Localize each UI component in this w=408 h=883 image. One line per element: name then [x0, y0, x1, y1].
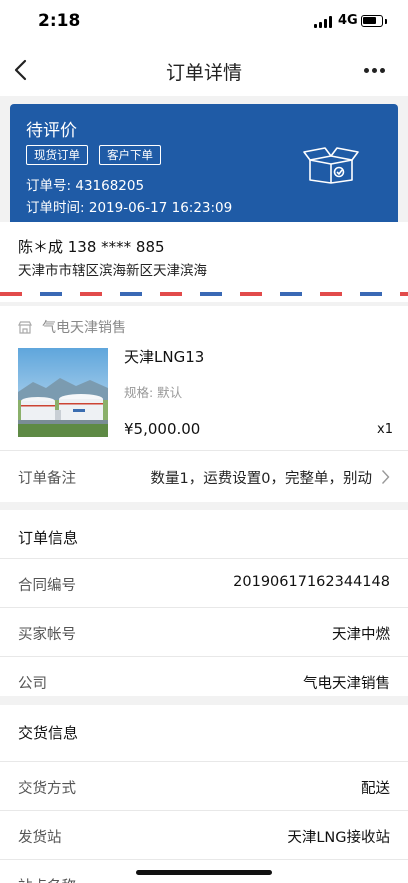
- more-icon[interactable]: [364, 68, 386, 74]
- network-type: 4G: [338, 13, 358, 28]
- address-detail: 天津市市辖区滨海新区天津滨海: [18, 263, 207, 279]
- info-row: 公司 气电天津销售: [0, 656, 408, 705]
- delivery-info-section: 交货信息 交货方式 配送 发货站 天津LNG接收站 站点名称: [0, 705, 408, 883]
- section-title: 订单信息: [18, 529, 79, 547]
- order-tag: 客户下单: [99, 145, 161, 165]
- order-tag: 现货订单: [26, 145, 88, 165]
- info-row: 买家帐号 天津中燃: [0, 607, 408, 656]
- station-name-label: 站点名称: [18, 875, 76, 883]
- info-row: 交货方式 配送: [0, 761, 408, 810]
- delivery-method-label: 交货方式: [18, 781, 76, 797]
- battery-tip: [385, 19, 387, 24]
- order-info-section: 订单信息 合同编号 20190617162344148 买家帐号 天津中燃 公司…: [0, 510, 408, 696]
- order-number-value: 43168205: [75, 178, 145, 194]
- recipient-name-phone: 陈＊成 138 **** 885: [18, 238, 165, 256]
- company-value: 气电天津销售: [303, 676, 390, 692]
- origin-station-value: 天津LNG接收站: [287, 830, 390, 846]
- divider: [0, 450, 408, 451]
- nav-bar: 订单详情: [0, 44, 408, 96]
- order-number-label: 订单号:: [26, 178, 72, 194]
- order-remark-label: 订单备注: [18, 471, 76, 487]
- status-time: 2:18: [38, 11, 81, 31]
- store-name[interactable]: 气电天津销售: [42, 317, 126, 337]
- contract-number-value: 20190617162344148: [233, 574, 390, 590]
- order-status-card: 待评价 现货订单 客户下单 订单号: 43168205 订单时间: 2019-0…: [10, 104, 398, 222]
- chevron-right-icon[interactable]: [381, 469, 390, 485]
- status-bar: 2:18 4G: [0, 0, 408, 44]
- product-section: 气电天津销售 天津LNG13 规格: 默认 ¥5,000.00 x1 订单备注 …: [0, 306, 408, 502]
- buyer-account-label: 买家帐号: [18, 627, 76, 643]
- origin-station-label: 发货站: [18, 830, 62, 846]
- order-time-label: 订单时间:: [26, 200, 85, 216]
- order-remark-value[interactable]: 数量1，运费设置0，完整单，别动: [151, 467, 372, 488]
- page-title: 订单详情: [165, 62, 242, 84]
- info-row: 合同编号 20190617162344148: [0, 558, 408, 607]
- order-time-value: 2019-06-17 16:23:09: [88, 200, 233, 216]
- product-price: ¥5,000.00: [124, 420, 201, 438]
- store-icon: [18, 321, 32, 334]
- product-quantity: x1: [377, 422, 393, 437]
- home-indicator[interactable]: [136, 870, 272, 875]
- open-box-icon: [303, 147, 359, 184]
- contract-number-label: 合同编号: [18, 578, 76, 594]
- order-time: 订单时间: 2019-06-17 16:23:09: [26, 196, 232, 216]
- company-label: 公司: [18, 676, 47, 692]
- product-spec: 规格: 默认: [124, 385, 183, 400]
- buyer-account-value: 天津中燃: [332, 627, 390, 643]
- delivery-method-value: 配送: [361, 781, 390, 797]
- signal-icon: [314, 16, 334, 28]
- battery-icon: [361, 15, 383, 27]
- product-image[interactable]: [18, 348, 108, 437]
- section-title: 交货信息: [18, 724, 79, 742]
- order-status: 待评价: [26, 121, 77, 141]
- order-number: 订单号: 43168205: [26, 174, 144, 194]
- info-row: 发货站 天津LNG接收站: [0, 810, 408, 859]
- product-name[interactable]: 天津LNG13: [124, 346, 204, 367]
- airmail-stripe: [0, 292, 408, 296]
- shipping-address: 陈＊成 138 **** 885 天津市市辖区滨海新区天津滨海: [0, 222, 408, 302]
